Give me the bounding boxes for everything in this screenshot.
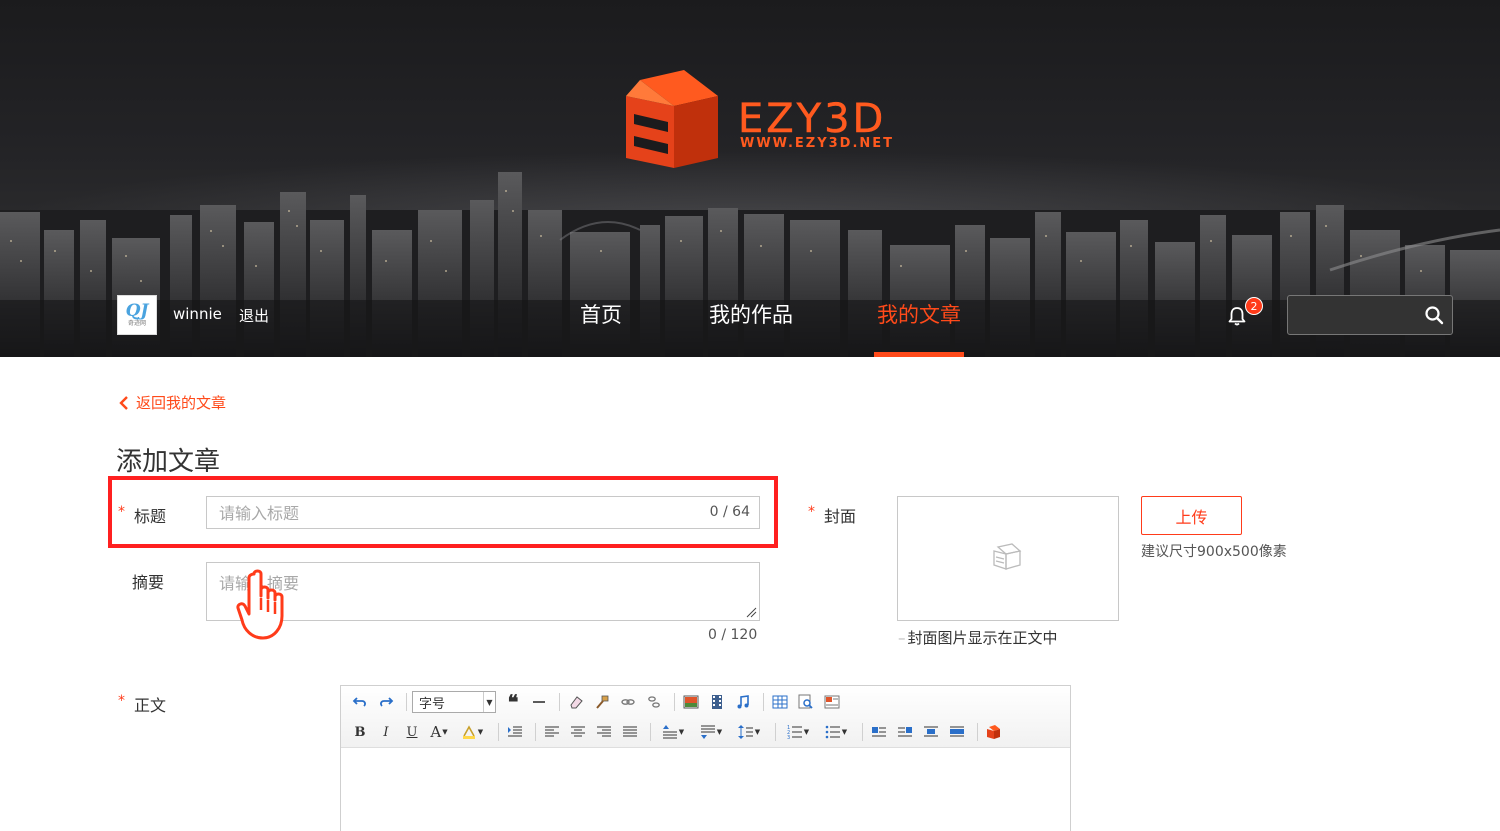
indent-icon[interactable] <box>504 721 526 743</box>
summary-input[interactable] <box>219 570 739 612</box>
upload-button[interactable]: 上传 <box>1141 496 1242 535</box>
required-mark: * <box>118 504 125 520</box>
search-icon[interactable] <box>1424 305 1444 325</box>
body-label-text: 正文 <box>134 696 167 715</box>
eraser-icon[interactable] <box>565 691 587 713</box>
template-icon[interactable] <box>821 691 843 713</box>
nav-item-home[interactable]: 首页 <box>580 299 622 329</box>
search-box <box>1287 295 1453 335</box>
title-label-text: 标题 <box>134 507 167 526</box>
title-input[interactable] <box>219 501 689 525</box>
chevron-down-icon: ▼ <box>483 692 495 712</box>
back-to-my-articles-link[interactable]: 返回我的文章 <box>118 392 226 413</box>
title-char-counter: 0 / 64 <box>709 504 750 520</box>
nav-item-my-works[interactable]: 我的作品 <box>709 299 793 329</box>
image-icon[interactable] <box>680 691 702 713</box>
line-height-icon[interactable]: ▼ <box>732 721 766 743</box>
required-mark: * <box>118 693 125 709</box>
notification-badge: 2 <box>1245 297 1263 315</box>
page-title: 添加文章 <box>116 447 221 477</box>
summary-char-counter: 0 / 120 <box>708 627 758 643</box>
upload-size-hint: 建议尺寸900x500像素 <box>1141 544 1287 560</box>
video-icon[interactable] <box>706 691 728 713</box>
nav-active-indicator <box>874 352 964 357</box>
align-left-icon[interactable] <box>541 721 563 743</box>
toolbar-row-1: 字号 ▼ ❝ <box>349 690 847 714</box>
unordered-list-icon[interactable]: ▼ <box>819 721 853 743</box>
redo-icon[interactable] <box>375 691 397 713</box>
music-icon[interactable] <box>732 691 754 713</box>
image-none-icon[interactable] <box>946 721 968 743</box>
ezy3d-logo-icon <box>626 70 718 168</box>
image-center-icon[interactable] <box>920 721 942 743</box>
align-justify-icon[interactable] <box>619 721 641 743</box>
cover-image-dropzone[interactable] <box>897 496 1119 621</box>
underline-icon[interactable]: U <box>401 721 423 743</box>
cover-label: * 封面 <box>808 503 857 527</box>
resize-handle-icon[interactable] <box>745 606 757 618</box>
align-right-icon[interactable] <box>593 721 615 743</box>
ezy3d-placeholder-icon <box>993 543 1022 570</box>
required-mark: * <box>808 504 815 520</box>
title-field: 0 / 64 <box>206 496 760 529</box>
row-spacing-top-icon[interactable]: ▼ <box>656 721 690 743</box>
unlink-icon[interactable] <box>643 691 665 713</box>
cover-label-text: 封面 <box>824 507 857 526</box>
table-icon[interactable] <box>769 691 791 713</box>
svg-text:3: 3 <box>787 735 790 740</box>
summary-label: 摘要 <box>132 573 165 592</box>
username[interactable]: winnie <box>173 305 222 323</box>
search-replace-icon[interactable] <box>795 691 817 713</box>
font-size-select-label: 字号 <box>419 696 446 712</box>
cover-note: – 封面图片显示在正文中 <box>898 629 1058 647</box>
ezy3d-model-icon[interactable] <box>983 721 1005 743</box>
blockquote-icon[interactable]: ❝ <box>502 691 524 713</box>
toolbar-row-2: B I U A ▼ ▼ ▼ ▼ ▼ 1 2 3 ▼ ▼ <box>349 720 1009 744</box>
body-label: * 正文 <box>118 692 167 716</box>
align-center-icon[interactable] <box>567 721 589 743</box>
horizontal-rule-icon[interactable] <box>528 691 550 713</box>
italic-icon[interactable]: I <box>375 721 397 743</box>
font-color-icon[interactable]: A ▼ <box>427 721 451 743</box>
nav-item-my-articles[interactable]: 我的文章 <box>877 299 961 329</box>
logout-link[interactable]: 退出 <box>239 305 269 326</box>
background-color-icon[interactable]: ▼ <box>455 721 489 743</box>
summary-field <box>206 562 760 621</box>
avatar-initials: QJ <box>125 301 149 321</box>
link-icon[interactable] <box>617 691 639 713</box>
avatar-subtext: 奇迹网 <box>127 320 146 327</box>
rich-text-editor: 字号 ▼ ❝ B I U A ▼ ▼ ▼ ▼ ▼ 1 2 3 ▼ ▼ <box>340 685 1071 831</box>
back-link-label: 返回我的文章 <box>136 394 227 412</box>
cover-note-text: 封面图片显示在正文中 <box>907 629 1058 647</box>
header-banner: EZY3D WWW.EZY3D.NET QJ 奇迹网 winnie 退出 首页 … <box>0 0 1500 357</box>
title-label: * 标题 <box>118 503 167 527</box>
chevron-left-icon <box>119 395 128 410</box>
undo-icon[interactable] <box>349 691 371 713</box>
brand-logo[interactable]: EZY3D WWW.EZY3D.NET <box>622 66 932 186</box>
row-spacing-bottom-icon[interactable]: ▼ <box>694 721 728 743</box>
brand-url: WWW.EZY3D.NET <box>740 136 895 151</box>
image-left-icon[interactable] <box>868 721 890 743</box>
editor-toolbar: 字号 ▼ ❝ B I U A ▼ ▼ ▼ ▼ ▼ 1 2 3 ▼ ▼ <box>341 686 1070 748</box>
format-painter-icon[interactable] <box>591 691 613 713</box>
image-right-icon[interactable] <box>894 721 916 743</box>
bold-icon[interactable]: B <box>349 721 371 743</box>
avatar[interactable]: QJ 奇迹网 <box>117 295 157 335</box>
font-color-glyph: A <box>430 723 442 741</box>
search-input[interactable] <box>1294 302 1419 328</box>
ordered-list-icon[interactable]: 1 2 3 ▼ <box>781 721 815 743</box>
font-size-select[interactable]: 字号 ▼ <box>412 691 496 713</box>
